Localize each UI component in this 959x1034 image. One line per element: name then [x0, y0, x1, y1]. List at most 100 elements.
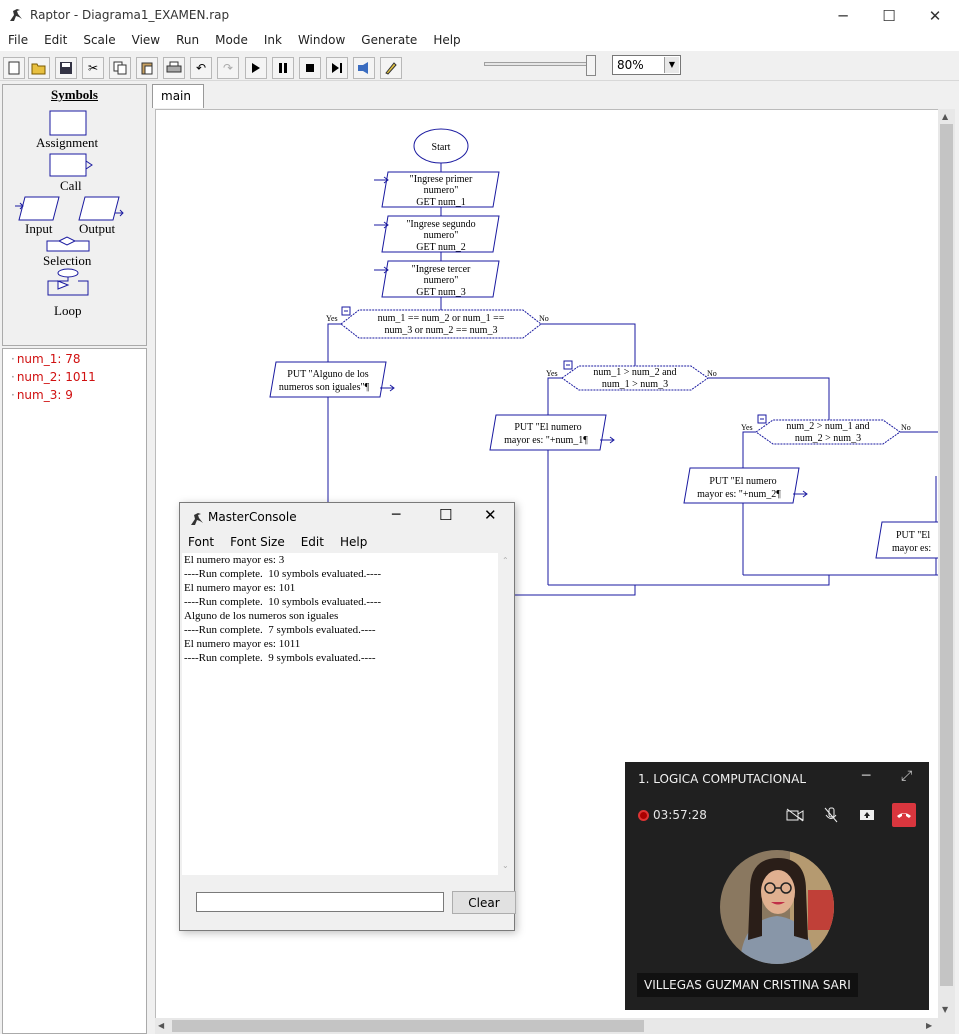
maximize-button[interactable]: ☐ [866, 0, 912, 31]
input-3-prompt-line-2: numero" [424, 275, 459, 286]
master-console-window: MasterConsole ─ ☐ ✕ Font Font Size Edit … [179, 502, 516, 931]
decision-3-line-1: num_2 > num_1 and [786, 421, 869, 432]
decision-1-yes: Yes [326, 314, 338, 323]
symbols-panel: Symbols Assignment Call Input Output Sel… [2, 84, 147, 346]
assignment-symbol-icon[interactable] [49, 110, 87, 136]
menu-help[interactable]: Help [425, 31, 468, 51]
menu-run[interactable]: Run [168, 31, 207, 51]
console-maximize-button[interactable]: ☐ [439, 506, 452, 524]
open-folder-icon[interactable] [28, 57, 50, 79]
console-title: MasterConsole [208, 510, 297, 524]
call-label: Call [60, 178, 82, 193]
menu-view[interactable]: View [124, 31, 168, 51]
console-line: ----Run complete. 10 symbols evaluated.-… [184, 568, 382, 580]
speaker-icon[interactable] [353, 57, 375, 79]
menu-generate[interactable]: Generate [353, 31, 425, 51]
call-symbol-icon[interactable] [49, 153, 87, 177]
decision-2-line-1: num_1 > num_2 and [593, 367, 676, 378]
output-3-line-1: PUT "El numero [709, 476, 776, 487]
console-minimize-button[interactable]: ─ [392, 507, 400, 523]
scroll-down-icon[interactable]: ⌄ [502, 861, 509, 870]
zoom-value: 80% [617, 58, 644, 72]
cut-icon[interactable]: ✂ [82, 57, 104, 79]
console-line: El numero mayor es: 101 [184, 582, 296, 594]
share-screen-icon[interactable] [855, 803, 879, 827]
input-symbol-icon[interactable] [18, 196, 60, 221]
run-icon[interactable] [245, 57, 267, 79]
participant-avatar [720, 850, 834, 964]
console-line: ----Run complete. 7 symbols evaluated.--… [184, 624, 376, 636]
menu-file[interactable]: File [0, 31, 36, 51]
decision-3-yes: Yes [741, 423, 753, 432]
hang-up-button[interactable] [892, 803, 916, 827]
meeting-timer: 03:57:28 [653, 808, 707, 822]
zoom-select[interactable]: 80% ▼ [612, 55, 681, 75]
scroll-left-icon[interactable]: ◀ [158, 1021, 164, 1030]
console-menu-edit[interactable]: Edit [293, 533, 332, 553]
stop-icon[interactable] [299, 57, 321, 79]
speed-slider-track[interactable] [484, 62, 592, 66]
input-1-prompt-line-2: numero" [424, 185, 459, 196]
scroll-right-icon[interactable]: ▶ [926, 1021, 932, 1030]
expand-icon[interactable]: ⤢ [901, 768, 912, 784]
redo-icon[interactable]: ↷ [217, 57, 239, 79]
output-3-line-2: mayor es: "+num_2¶ [697, 489, 781, 500]
horizontal-scroll-thumb[interactable] [172, 1020, 644, 1032]
menu-bar: File Edit Scale View Run Mode Ink Window… [0, 31, 959, 51]
close-button[interactable]: ✕ [912, 0, 958, 31]
minimize-icon[interactable]: ─ [862, 768, 870, 784]
console-menu-help[interactable]: Help [332, 533, 375, 553]
console-menu-font[interactable]: Font [180, 533, 222, 553]
loop-label: Loop [54, 303, 82, 318]
variable-item[interactable]: · num_2: 1011 [11, 370, 96, 384]
console-input[interactable] [196, 892, 444, 912]
menu-ink[interactable]: Ink [256, 31, 290, 51]
minimize-button[interactable]: ─ [820, 0, 866, 31]
console-scrollbar[interactable]: ⌃ ⌄ [498, 553, 514, 875]
scroll-up-icon[interactable]: ⌃ [502, 556, 509, 565]
variables-panel: · num_1: 78 · num_2: 1011 · num_3: 9 [2, 348, 147, 1034]
chevron-down-icon[interactable]: ▼ [664, 57, 679, 73]
console-menu-font-size[interactable]: Font Size [222, 533, 293, 553]
menu-mode[interactable]: Mode [207, 31, 256, 51]
variable-value: num_3: 9 [16, 388, 73, 402]
decision-1-line-1: num_1 == num_2 or num_1 == [378, 313, 505, 324]
console-output[interactable]: El numero mayor es: 3 ----Run complete. … [182, 553, 498, 875]
step-icon[interactable] [326, 57, 348, 79]
camera-off-icon[interactable] [783, 803, 807, 827]
console-line: ----Run complete. 10 symbols evaluated.-… [184, 596, 382, 608]
scroll-down-icon[interactable]: ▼ [942, 1005, 948, 1014]
symbols-heading: Symbols [51, 87, 98, 102]
new-file-icon[interactable] [3, 57, 25, 79]
clear-button[interactable]: Clear [452, 891, 516, 914]
variable-item[interactable]: · num_3: 9 [11, 388, 73, 402]
undo-icon[interactable]: ↶ [190, 57, 212, 79]
output-symbol-icon[interactable] [78, 196, 120, 221]
menu-window[interactable]: Window [290, 31, 353, 51]
window-title: Raptor - Diagrama1_EXAMEN.rap [30, 8, 230, 22]
loop-symbol-icon[interactable] [57, 268, 79, 278]
ink-pen-icon[interactable] [380, 57, 402, 79]
menu-scale[interactable]: Scale [75, 31, 123, 51]
tab-main[interactable]: main [152, 84, 204, 108]
console-line: ----Run complete. 9 symbols evaluated.--… [184, 652, 376, 664]
output-4-line-2: mayor es: [892, 543, 931, 554]
input-3-get: GET num_3 [416, 287, 466, 298]
vertical-scroll-thumb[interactable] [940, 124, 953, 986]
speed-slider-thumb[interactable] [586, 55, 596, 76]
input-1-get: GET num_1 [416, 197, 466, 208]
copy-icon[interactable] [109, 57, 131, 79]
assignment-label: Assignment [36, 135, 99, 150]
print-icon[interactable] [163, 57, 185, 79]
console-line: El numero mayor es: 1011 [184, 638, 301, 650]
variable-item[interactable]: · num_1: 78 [11, 352, 81, 366]
menu-edit[interactable]: Edit [36, 31, 75, 51]
scroll-up-icon[interactable]: ▲ [942, 112, 948, 121]
save-icon[interactable] [55, 57, 77, 79]
raptor-logo-icon [191, 513, 203, 525]
decision-1-no: No [539, 314, 549, 323]
paste-icon[interactable] [136, 57, 158, 79]
pause-icon[interactable] [272, 57, 294, 79]
mic-off-icon[interactable] [819, 803, 843, 827]
console-close-button[interactable]: ✕ [484, 506, 497, 524]
